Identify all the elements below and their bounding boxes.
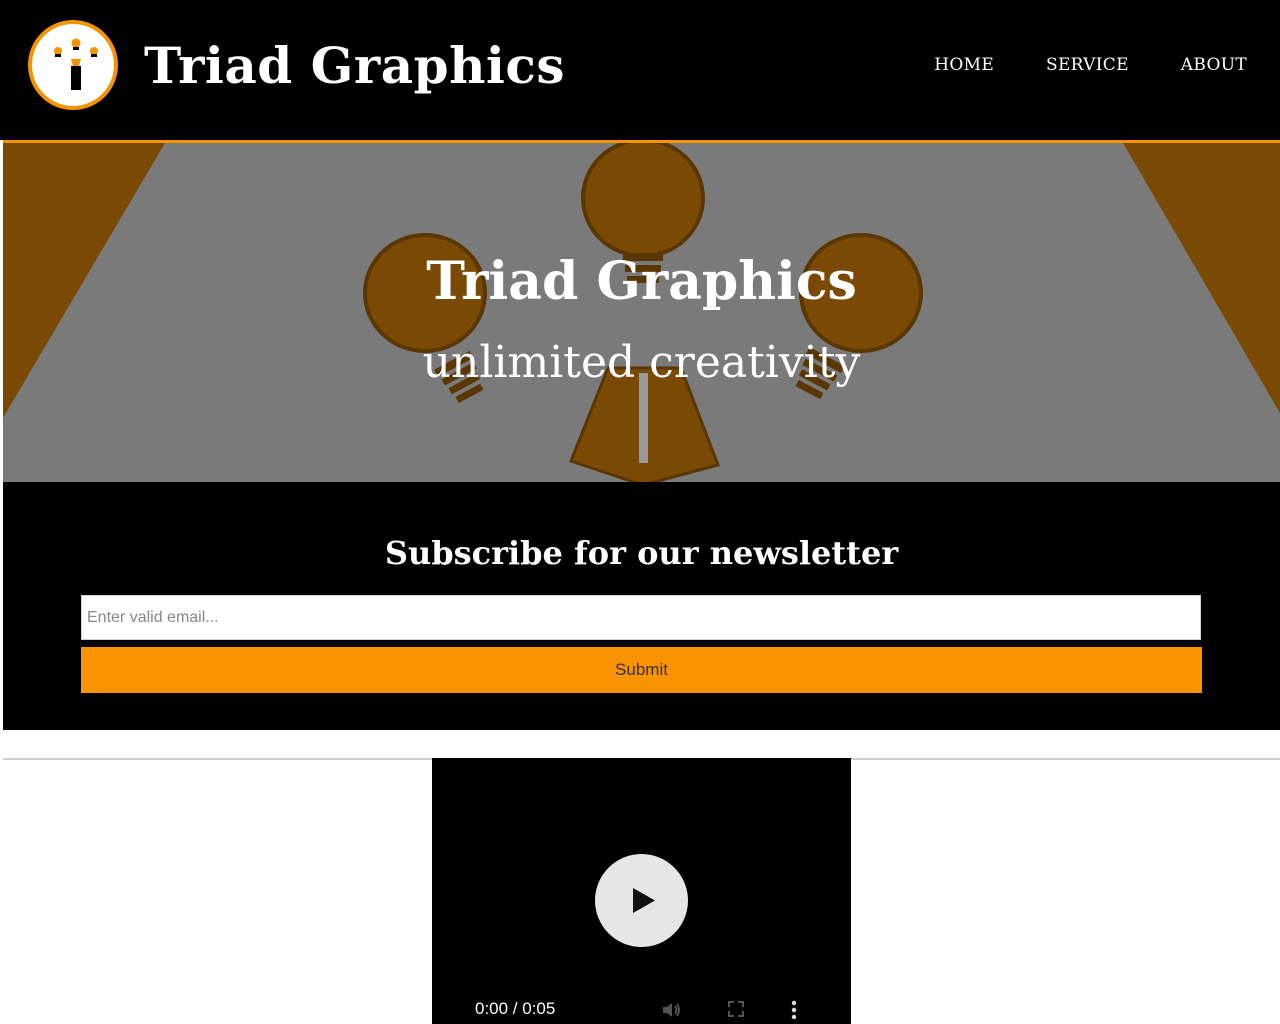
newsletter-section: Subscribe for our newsletter Submit [3,482,1280,730]
volume-icon[interactable] [660,998,684,1024]
play-icon[interactable] [595,854,688,947]
more-options-icon[interactable] [789,998,799,1024]
section-divider [3,730,1280,760]
nav-service[interactable]: SERVICE [1046,55,1129,75]
hero-title: Triad Graphics [426,251,857,312]
site-header: Triad Graphics HOME SERVICE ABOUT [0,0,1280,140]
hero-banner: Triad Graphics unlimited creativity [3,140,1280,482]
main-nav: HOME SERVICE ABOUT [934,55,1247,75]
nav-home[interactable]: HOME [934,55,994,75]
three-lightbulbs-illustration [3,143,1280,482]
fullscreen-icon[interactable] [725,998,747,1024]
video-time: 0:00 / 0:05 [475,999,556,1018]
brand-name[interactable]: Triad Graphics [144,36,565,95]
submit-button[interactable]: Submit [81,647,1202,693]
video-player[interactable]: 0:00 / 0:05 [432,758,851,1024]
lightbulb-logo-icon[interactable] [28,20,118,110]
nav-about[interactable]: ABOUT [1181,55,1247,75]
newsletter-title: Subscribe for our newsletter [384,534,899,572]
email-input[interactable] [81,595,1201,640]
hero-subtitle: unlimited creativity [422,337,861,388]
